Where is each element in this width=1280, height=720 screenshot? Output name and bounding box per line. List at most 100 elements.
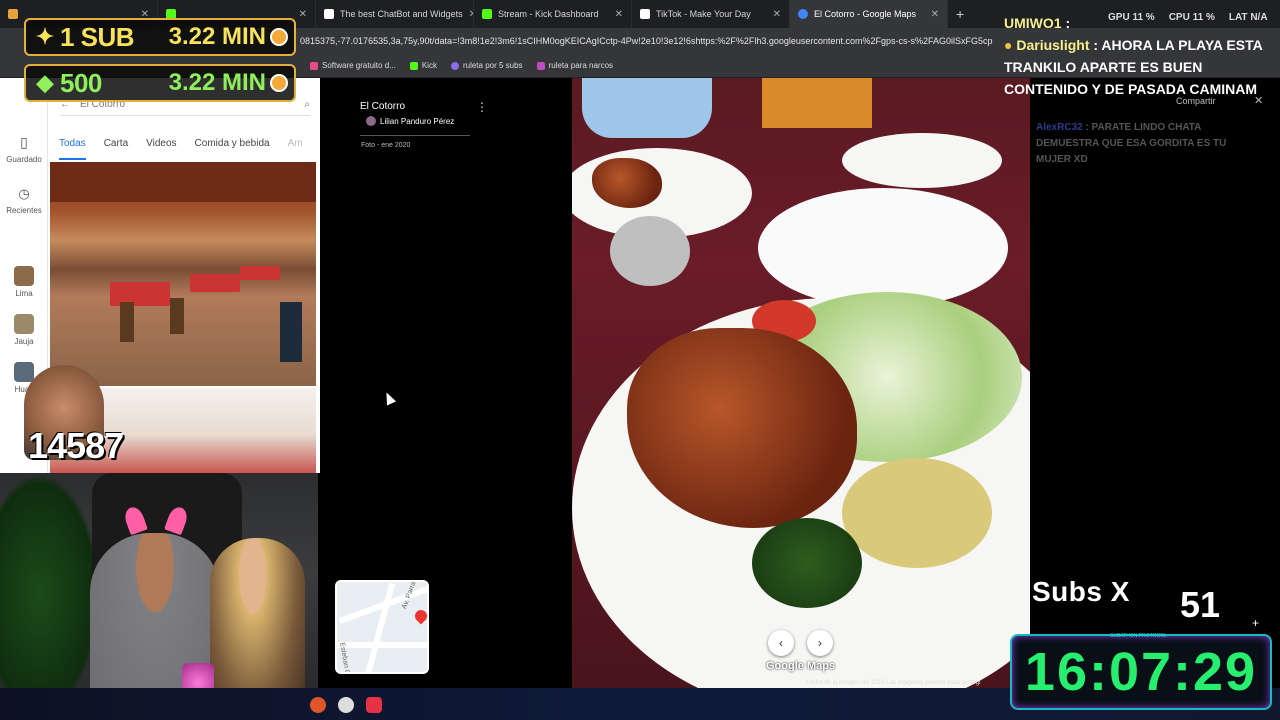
kick-goal-overlay: ◆ 500 3.22 MIN	[24, 64, 296, 102]
place-name[interactable]: El Cotorro	[360, 101, 405, 112]
taskbar-stream-icon[interactable]	[366, 697, 382, 713]
webcam-feed	[0, 473, 318, 720]
photo-author[interactable]: Lilian Panduro Pérez	[366, 116, 454, 126]
tab-carta[interactable]: Carta	[104, 138, 128, 160]
main-food-photo	[572, 78, 1030, 688]
tab-favicon-icon	[324, 9, 334, 19]
tab-chatbot[interactable]: The best ChatBot and Widgets✕	[316, 0, 474, 28]
bookmark-item[interactable]: ruleta para narcos	[536, 61, 613, 70]
kick-favicon-icon	[482, 9, 492, 19]
green-sauce	[752, 518, 862, 608]
christmas-tree	[0, 473, 100, 693]
star-icon: ✦	[35, 24, 55, 49]
road	[337, 642, 427, 648]
chevron-left-icon: ‹	[779, 636, 783, 650]
map-pin-icon	[412, 607, 427, 625]
tab-close-icon[interactable]: ✕	[615, 9, 623, 20]
rail-item-recents[interactable]: ◷ Recientes	[0, 186, 48, 215]
place-thumbnail	[14, 266, 34, 286]
minimap[interactable]: Av. Parra Esteban C	[335, 580, 429, 674]
photo-date: Foto - ene 2020	[361, 142, 411, 149]
kick-goal-label: 500	[60, 67, 102, 98]
tiktok-favicon-icon	[640, 9, 650, 19]
tab-kick-dashboard[interactable]: Stream - Kick Dashboard ✕	[474, 0, 632, 28]
avatar	[366, 116, 376, 126]
chat-message-faded: AlexRC32 : PARATE LINDO CHATA DEMUESTRA …	[1036, 122, 1227, 165]
stream-screen: ✕ ✕ The best ChatBot and Widgets✕ Stream…	[0, 0, 1280, 720]
subs-multiplier-label: Subs X	[1032, 576, 1130, 607]
taskbar-app-icon[interactable]	[310, 697, 326, 713]
tab-close-icon[interactable]: ✕	[931, 9, 939, 20]
bookmark-label: Software gratuito d...	[322, 61, 396, 70]
tab-label: TikTok - Make Your Day	[656, 9, 751, 19]
chair	[170, 298, 184, 334]
sub-goal-time: 3.22 MIN	[168, 23, 266, 50]
ceiling	[50, 162, 316, 202]
bookmark-favicon-icon	[536, 61, 545, 70]
chat-user: Dariuslight	[1016, 37, 1090, 53]
chat-message: UMIWO1 :	[1004, 15, 1071, 31]
tab-close-icon[interactable]: ✕	[773, 9, 781, 20]
chair	[280, 302, 302, 362]
tab-close-icon[interactable]: ✕	[299, 9, 307, 20]
plate	[842, 133, 1002, 188]
rail-label: Lima	[15, 289, 33, 298]
face-counter: 14587	[28, 425, 124, 466]
chat-badge-icon: ●	[1004, 37, 1017, 53]
bookmark-favicon-icon	[310, 61, 318, 70]
kick-favicon-icon	[409, 61, 418, 70]
share-button[interactable]: Compartir	[1176, 96, 1216, 106]
clock-icon	[270, 28, 288, 46]
rail-label: Guardado	[6, 155, 42, 164]
url-text[interactable]: 0815375,-77.0176535,3a,75y,90t/data=!3m8…	[300, 36, 1000, 46]
subathon-timer: 16:07:29	[1010, 634, 1272, 710]
tab-videos[interactable]: Videos	[146, 138, 176, 160]
close-icon[interactable]: ✕	[1254, 94, 1263, 107]
timer-value: 16:07:29	[1024, 642, 1258, 702]
kick-gem-icon: ◆	[36, 70, 54, 95]
restaurant-photo-thumbnail[interactable]	[50, 162, 316, 386]
tab-label: Stream - Kick Dashboard	[498, 9, 599, 19]
taskbar-media-icon[interactable]	[338, 697, 354, 713]
rail-item-saved[interactable]: ▯ Guardado	[0, 134, 48, 164]
more-vert-icon[interactable]: ⋮	[476, 100, 488, 114]
chat-user: UMIWO1	[1004, 15, 1062, 31]
sauce	[842, 458, 992, 568]
bookmark-label: ruleta por 5 subs	[462, 61, 523, 70]
tab-label: El Cotorro - Google Maps	[814, 9, 917, 19]
prev-photo-button[interactable]: ‹	[768, 630, 794, 656]
place-thumbnail	[14, 314, 34, 334]
road	[364, 582, 396, 672]
tab-google-maps[interactable]: El Cotorro - Google Maps ✕	[790, 0, 948, 28]
sub-goal-label: 1 SUB	[60, 21, 135, 52]
place-thumbnail	[14, 362, 34, 382]
next-photo-button[interactable]: ›	[807, 630, 833, 656]
rail-label: Jauja	[14, 337, 34, 346]
kick-goal-time: 3.22 MIN	[168, 69, 266, 96]
sub-goal-overlay: ✦ 1 SUB 3.22 MIN	[24, 18, 296, 56]
chat-overlay: UMIWO1 : ● Dariuslight : AHORA LA PLAYA …	[1004, 12, 1280, 100]
history-icon: ◷	[18, 186, 30, 201]
bookmark-item[interactable]: Software gratuito d...	[310, 61, 396, 70]
tab-todas[interactable]: Todas	[59, 138, 86, 160]
chair	[120, 302, 134, 342]
tab-comida-y-bebida[interactable]: Comida y bebida	[195, 138, 270, 160]
tab-tiktok[interactable]: TikTok - Make Your Day ✕	[632, 0, 790, 28]
table	[190, 274, 240, 292]
rail-item-jauja[interactable]: Jauja	[0, 314, 48, 346]
table	[240, 266, 280, 280]
photo-footer: Fecha de la imagen: dic 2019 Las imágene…	[806, 680, 981, 686]
chair	[762, 78, 872, 128]
bookmark-item[interactable]: Kick	[409, 61, 437, 70]
bookmark-item[interactable]: ruleta por 5 subs	[450, 61, 523, 70]
metal-cup	[610, 216, 690, 286]
ear	[122, 504, 148, 536]
bookmark-favicon-icon	[450, 61, 459, 70]
search-icon[interactable]: ⌕	[304, 99, 310, 110]
tab-ambiente[interactable]: Am	[288, 138, 303, 160]
photo-category-tabs: Todas Carta Videos Comida y bebida Am	[52, 138, 320, 160]
plus-icon: +	[1252, 616, 1260, 630]
chat-message: ● Dariuslight : AHORA LA PLAYA ESTA TRAN…	[1004, 37, 1263, 97]
rail-item-lima[interactable]: Lima	[0, 266, 48, 298]
new-tab-button[interactable]: +	[948, 6, 972, 22]
